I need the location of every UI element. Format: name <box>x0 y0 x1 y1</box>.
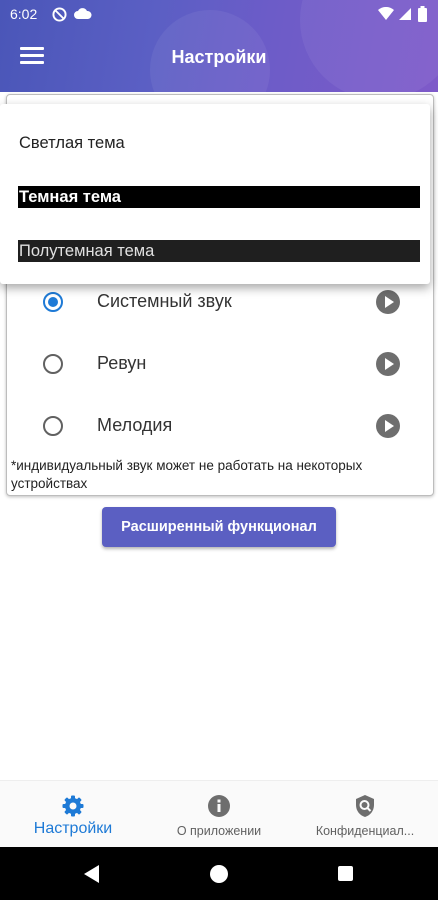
sound-option-label: Системный звук <box>97 291 232 311</box>
recent-apps-icon[interactable] <box>338 866 353 881</box>
sound-option-label: Мелодия <box>97 415 173 435</box>
radio-unselected-icon[interactable] <box>43 354 63 374</box>
privacy-shield-icon <box>356 795 374 817</box>
play-icon[interactable] <box>376 290 400 314</box>
theme-option-light[interactable]: Светлая тема <box>18 132 420 154</box>
play-icon[interactable] <box>376 352 400 376</box>
data-saver-icon <box>52 7 67 22</box>
signal-icon <box>399 8 411 20</box>
nav-label: Настройки <box>33 820 113 837</box>
sound-option-system[interactable]: Системный звук <box>7 283 435 323</box>
extended-features-button[interactable]: Расширенный функционал <box>102 507 336 547</box>
sound-option-label: Ревун <box>97 353 147 373</box>
app-header: 6:02 Настройки <box>0 0 438 92</box>
radio-selected-icon[interactable] <box>43 292 63 312</box>
play-icon[interactable] <box>376 414 400 438</box>
status-time: 6:02 <box>10 6 38 22</box>
nav-label: О приложении <box>176 824 262 838</box>
back-icon[interactable] <box>84 865 99 883</box>
page-title: Настройки <box>171 47 267 67</box>
theme-popup-menu: Светлая тема Темная тема Полутемная тема <box>0 104 430 284</box>
status-bar: 6:02 <box>0 0 438 30</box>
cloud-icon <box>74 8 92 19</box>
theme-option-dark[interactable]: Темная тема <box>18 186 420 208</box>
sound-option-melody[interactable]: Мелодия <box>7 407 435 447</box>
nav-item-about[interactable]: О приложении <box>146 781 292 848</box>
home-icon[interactable] <box>210 865 228 883</box>
system-navigation-bar <box>0 847 438 900</box>
radio-unselected-icon[interactable] <box>43 416 63 436</box>
info-icon <box>208 795 230 817</box>
nav-label: Конфиденциал... <box>315 824 415 838</box>
gear-icon <box>62 795 84 817</box>
battery-icon <box>418 6 427 22</box>
bottom-navigation: Настройки О приложении Конфиденциал... <box>0 780 438 847</box>
sound-option-howler[interactable]: Ревун <box>7 345 435 385</box>
sound-note: *индивидуальный звук может не работать н… <box>11 458 363 491</box>
theme-option-semidark[interactable]: Полутемная тема <box>18 240 420 262</box>
wifi-icon <box>378 7 394 20</box>
nav-item-settings[interactable]: Настройки <box>0 781 146 848</box>
nav-item-privacy[interactable]: Конфиденциал... <box>292 781 438 848</box>
